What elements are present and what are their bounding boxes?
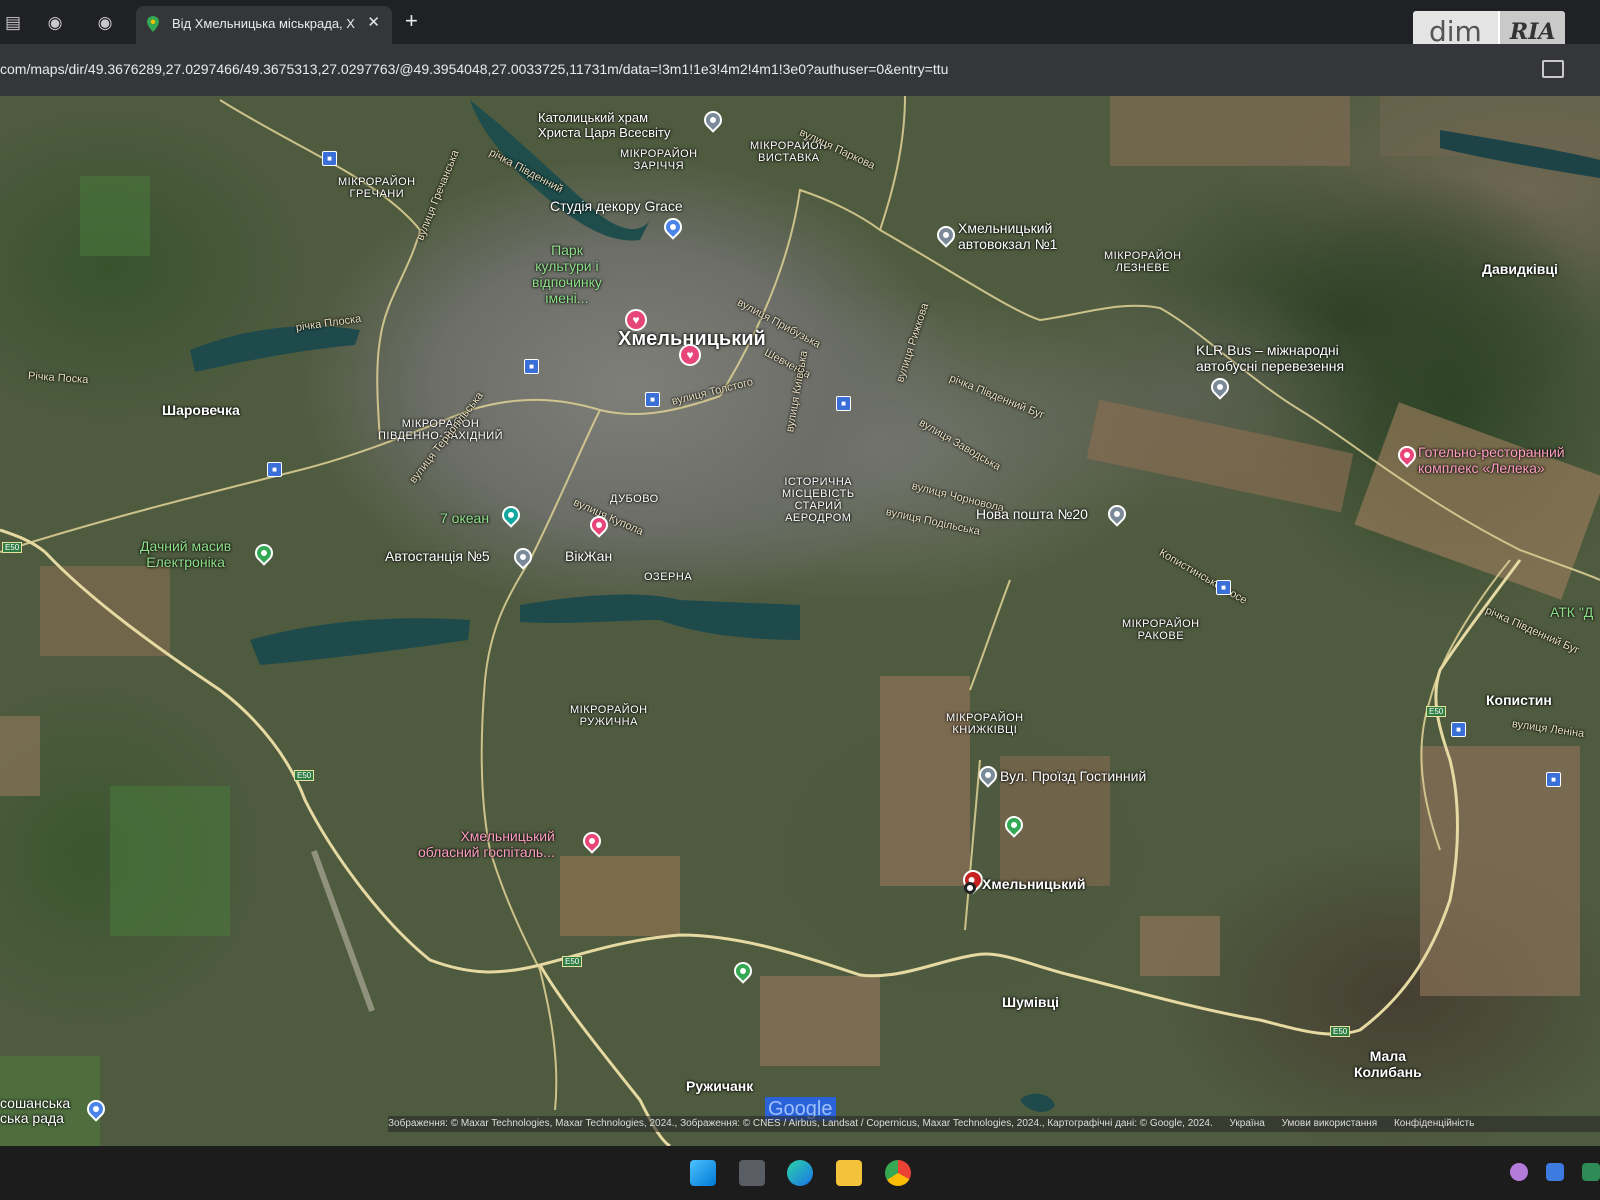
tray-network-icon[interactable] (1582, 1163, 1600, 1181)
river-northeast (1440, 130, 1600, 178)
hospital-label[interactable]: Хмельницький обласний госпіталь... (418, 828, 555, 860)
bus-stop-icon[interactable]: ■ (1451, 722, 1466, 737)
bus-stop-icon[interactable]: ■ (1216, 580, 1231, 595)
incognito-tab-icon[interactable]: ◉ (42, 10, 68, 36)
satellite-map[interactable]: Католицький храм Христа Царя Всесвіту МІ… (0, 96, 1600, 1146)
highway-e50-shield: E50 (294, 770, 315, 781)
district-zarichchia-label: МІКРОРАЙОН ЗАРІЧЧЯ (620, 148, 698, 172)
highway-e50-shield: E50 (1426, 706, 1447, 717)
road (219, 99, 422, 441)
district-knyzhkivtsi-label: МІКРОРАЙОН КНИЖКІВЦІ (946, 712, 1024, 736)
bus-stop-icon[interactable]: ■ (322, 151, 337, 166)
map-attribution-bar: Зображення: © Maxar Technologies, Maxar … (388, 1116, 1600, 1132)
edge-browser-icon[interactable] (787, 1160, 813, 1186)
bus-stop-icon[interactable]: ■ (645, 392, 660, 407)
google-maps-favicon-icon (147, 16, 159, 32)
road (480, 409, 601, 1111)
address-bar: com/maps/dir/49.3676289,27.0297466/49.36… (0, 44, 1600, 96)
proizd-hostynnyi-label[interactable]: Вул. Проїзд Гостинний (1000, 768, 1146, 784)
road (879, 96, 906, 231)
village-kopystyn-label: Копистин (1486, 692, 1552, 708)
tab-search-icon[interactable]: ▤ (0, 10, 26, 36)
district-ruzhychna-label: МІКРОРАЙОН РУЖИЧНА (570, 704, 648, 728)
road (969, 579, 1011, 691)
klr-bus-label[interactable]: KLR Bus – міжнародні автобусні перевезен… (1196, 342, 1344, 374)
road (964, 759, 981, 931)
tray-security-icon[interactable] (1546, 1163, 1564, 1181)
district-ozerna-label: ОЗЕРНА (644, 571, 693, 583)
road (0, 395, 721, 553)
road (879, 229, 1600, 581)
destination-label[interactable]: Хмельницький (982, 876, 1085, 892)
cast-icon[interactable] (1542, 60, 1564, 78)
district-hrechany-label: МІКРОРАЙОН ГРЕЧАНИ (338, 176, 416, 200)
browser-tab-bar: ▤ ◉ ◉ Від Хмельницька міськрада, Х ✕ + d… (0, 0, 1600, 53)
south-lake-center (520, 594, 800, 640)
south-lake-west (250, 618, 470, 665)
studio-grace-label[interactable]: Студія декору Grace (550, 198, 683, 214)
bus-stop-icon[interactable]: ■ (524, 359, 539, 374)
district-rakove-label: МІКРОРАЙОН РАКОВЕ (1122, 618, 1200, 642)
bus-station-1-label[interactable]: Хмельницький автовокзал №1 (958, 220, 1057, 252)
privacy-link[interactable]: Конфіденційність (1394, 1118, 1474, 1129)
incognito-tab-icon[interactable]: ◉ (92, 10, 118, 36)
start-windows-icon[interactable] (690, 1160, 716, 1186)
imagery-attribution: Зображення: © Maxar Technologies, Maxar … (388, 1118, 1213, 1129)
bus-stop-icon[interactable]: ■ (267, 462, 282, 477)
historic-airfield-label: ІСТОРИЧНА МІСЦЕВІСТЬ СТАРИЙ АЕРОДРОМ (782, 476, 855, 524)
pond-kopystyn (1020, 1093, 1055, 1112)
highway-e50-shield: E50 (1330, 1026, 1351, 1037)
dachnyi-label[interactable]: Дачний масив Електроніка (140, 538, 231, 570)
nova-poshta-label[interactable]: Нова пошта №20 (976, 506, 1088, 522)
calculator-icon[interactable] (739, 1160, 765, 1186)
route-origin-marker[interactable] (964, 882, 976, 894)
tray-app-icon[interactable] (1510, 1163, 1528, 1181)
catholic-church-label[interactable]: Католицький храм Христа Царя Всесвіту (538, 110, 670, 140)
tab-close-icon[interactable]: ✕ (367, 13, 380, 31)
new-tab-button[interactable]: + (405, 8, 418, 34)
url-field[interactable]: com/maps/dir/49.3676289,27.0297466/49.36… (0, 61, 948, 77)
saved-place-heart-icon[interactable]: ♥ (679, 344, 701, 366)
chrome-browser-icon[interactable] (885, 1160, 911, 1186)
village-shumivtsi-label: Шумівці (1002, 994, 1060, 1010)
highway-e50-shield: E50 (562, 956, 583, 967)
map-overlay (0, 96, 1600, 1146)
village-sharovechka-label: Шаровечка (162, 402, 240, 418)
terms-link[interactable]: Умови використання (1282, 1118, 1378, 1129)
bus-stop-icon[interactable]: ■ (1546, 772, 1561, 787)
tab-title: Від Хмельницька міськрада, Х (172, 16, 355, 31)
village-mala-kolyban-label: Мала Колибань (1354, 1048, 1422, 1080)
active-tab[interactable]: Від Хмельницька міськрада, Х ✕ (136, 6, 392, 44)
avtostantsiia5-label[interactable]: Автостанція №5 (385, 548, 490, 564)
vikzhan-label[interactable]: ВікЖан (565, 548, 612, 564)
district-lezneve-label: МІКРОРАЙОН ЛЕЗНЕВЕ (1104, 250, 1182, 274)
lake-ploska (190, 326, 360, 372)
file-explorer-icon[interactable] (836, 1160, 862, 1186)
country-link[interactable]: Україна (1230, 1118, 1265, 1129)
bus-stop-icon[interactable]: ■ (836, 396, 851, 411)
village-davydkivtsi-label: Давидківці (1482, 261, 1558, 277)
park-label[interactable]: Парк культури і відпочинку імені... (532, 242, 602, 306)
ocean7-label[interactable]: 7 океан (440, 510, 489, 526)
highway-e50-shield: E50 (2, 542, 23, 553)
district-dubovo-label: ДУБОВО (610, 493, 659, 505)
atk-label[interactable]: АТК "Д (1550, 604, 1593, 620)
village-ruzhychanka-label: Ружичанк (686, 1078, 754, 1094)
council-label[interactable]: сошанська ська рада (0, 1096, 70, 1126)
windows-taskbar (0, 1146, 1600, 1200)
hotel-leleka-label[interactable]: Готельно-ресторанний комплекс «Лелека» (1418, 444, 1565, 476)
